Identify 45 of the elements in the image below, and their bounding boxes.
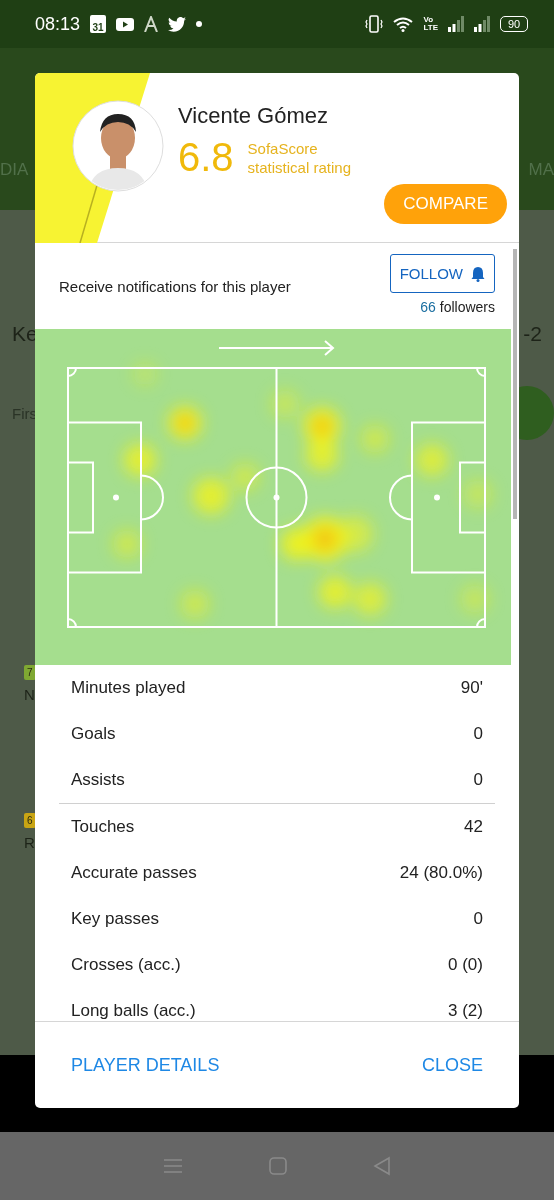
letter-icon: [144, 16, 159, 32]
close-button[interactable]: CLOSE: [409, 1046, 495, 1084]
player-details-button[interactable]: PLAYER DETAILS: [59, 1046, 232, 1084]
rating-badge: 7: [24, 665, 36, 680]
stat-label: Long balls (acc.): [71, 1001, 196, 1021]
stat-label: Touches: [71, 817, 135, 837]
stat-value: 42: [464, 817, 483, 837]
stat-value: 24 (80.0%): [399, 863, 483, 883]
stat-label: Crosses (acc.): [71, 955, 181, 975]
battery-icon: 90: [500, 16, 528, 32]
stat-value: 0 (0): [448, 955, 483, 975]
menu-icon[interactable]: [163, 1158, 183, 1174]
stat-value: 0: [473, 724, 483, 744]
back-icon[interactable]: [373, 1156, 391, 1176]
followers-count: 66 followers: [420, 299, 495, 315]
stat-label: Goals: [71, 724, 116, 744]
stat-value: 0: [473, 770, 483, 790]
stat-label: Key passes: [71, 909, 159, 929]
rating-label: SofaScore statistical rating: [247, 138, 352, 177]
wifi-icon: [393, 16, 414, 32]
player-name: Vicente Gómez: [178, 103, 329, 129]
rating-badge: 6: [24, 813, 36, 828]
scrollbar[interactable]: [513, 249, 517, 519]
rating-value: 6.8: [178, 135, 234, 180]
notification-text: Receive notifications for this player: [59, 278, 291, 295]
bird-icon: [168, 16, 187, 32]
stat-label: Minutes played: [71, 678, 186, 698]
calendar-icon: 31: [90, 15, 107, 33]
stat-value: 0: [473, 909, 483, 929]
stat-label: Assists: [71, 770, 125, 790]
clock: 08:13: [35, 13, 81, 35]
signal-icon: [448, 16, 464, 32]
vibrate-icon: [365, 15, 384, 33]
network-type-label: Vo LTE: [423, 16, 438, 32]
stat-value: 3 (2): [448, 1001, 483, 1021]
direction-arrow-icon: [218, 340, 335, 356]
play-icon: [116, 17, 135, 31]
dot-icon: [196, 21, 203, 27]
stat-value: 90': [460, 678, 483, 698]
bell-icon: [471, 265, 485, 282]
follow-button[interactable]: FOLLOW: [389, 254, 495, 293]
signal-icon: [474, 16, 490, 32]
compare-button[interactable]: COMPARE: [384, 184, 507, 224]
home-icon[interactable]: [269, 1157, 287, 1175]
stat-label: Accurate passes: [71, 863, 197, 883]
